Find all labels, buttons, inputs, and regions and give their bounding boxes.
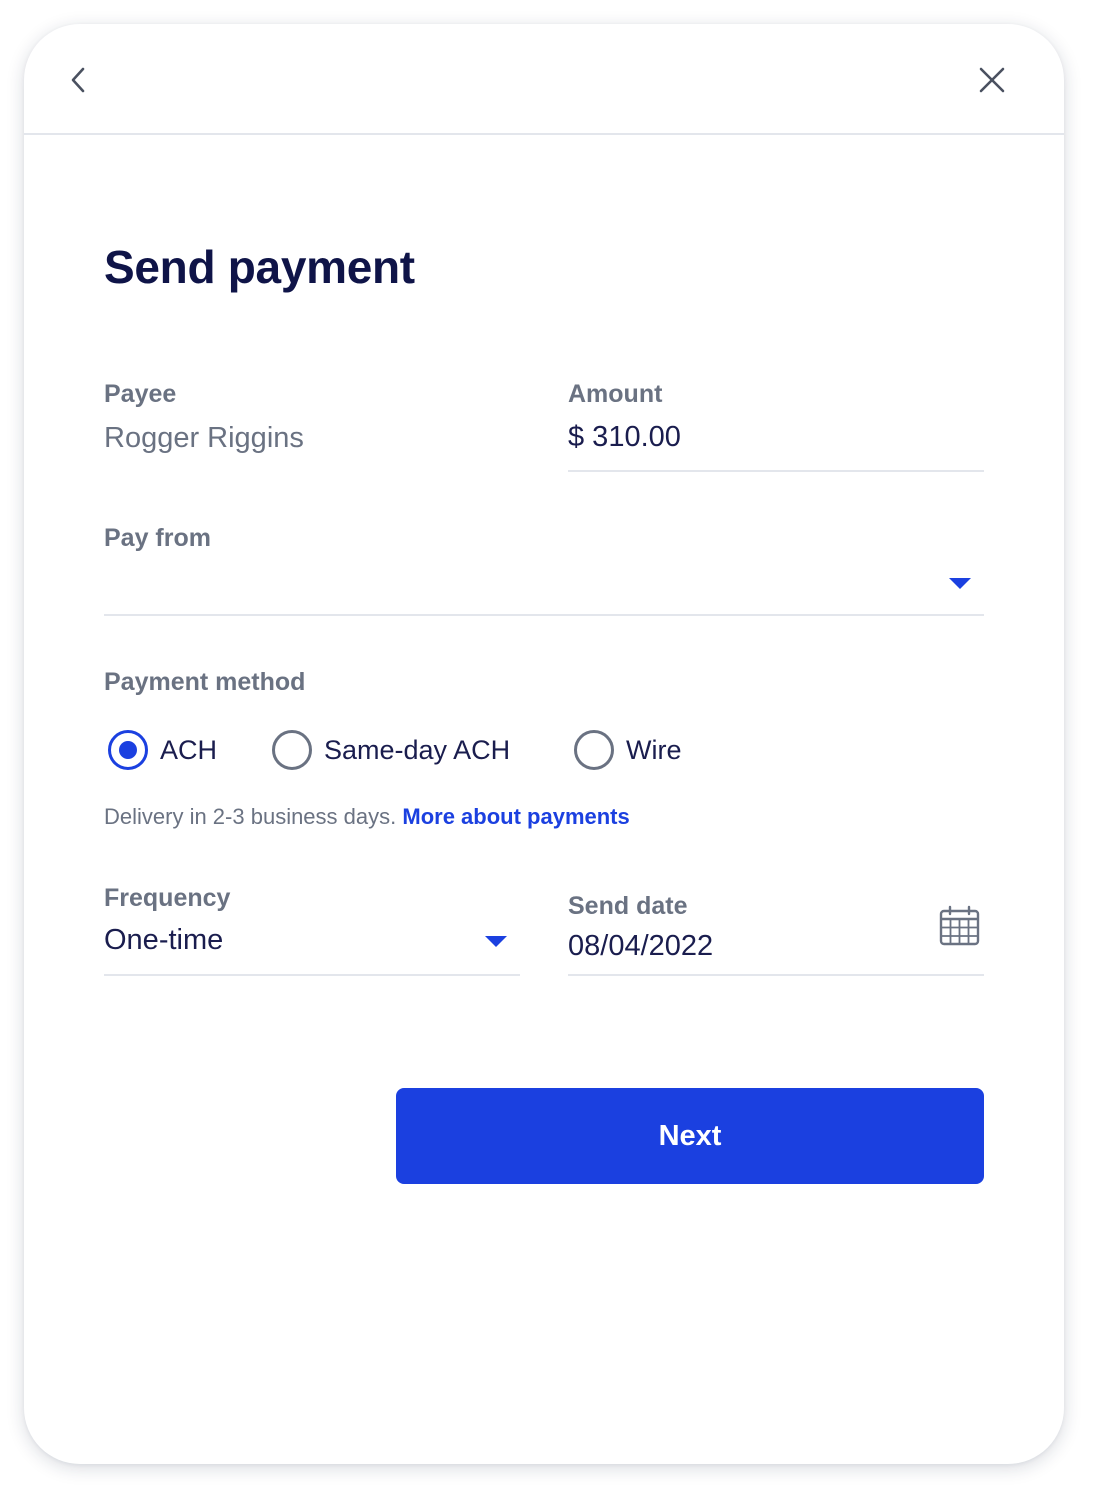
payee-label: Payee	[104, 380, 177, 408]
chevron-left-icon	[71, 67, 85, 93]
radio-selected-dot	[119, 741, 137, 759]
send-date-input[interactable]: 08/04/2022	[568, 930, 713, 963]
delivery-hint-text: Delivery in 2-3 business days.	[104, 804, 397, 829]
dialog-header	[24, 24, 1064, 135]
send-payment-dialog: Send payment Payee Rogger Riggins Amount…	[24, 24, 1064, 1464]
calendar-icon[interactable]	[938, 904, 982, 948]
amount-label: Amount	[568, 380, 663, 408]
payment-method-label: Payment method	[104, 668, 306, 696]
radio-wire-label[interactable]: Wire	[626, 735, 682, 766]
radio-same-day-ach-label[interactable]: Same-day ACH	[324, 735, 510, 766]
delivery-hint: Delivery in 2-3 business days. More abou…	[104, 804, 630, 830]
pay-from-label: Pay from	[104, 524, 211, 552]
frequency-underline	[104, 974, 520, 976]
pay-from-underline	[104, 614, 984, 616]
pay-from-select[interactable]	[104, 564, 984, 612]
more-about-payments-link[interactable]: More about payments	[402, 804, 629, 829]
page-title: Send payment	[104, 241, 415, 293]
close-icon	[979, 67, 1005, 93]
frequency-select[interactable]: One-time	[104, 922, 520, 970]
send-date-label: Send date	[568, 892, 688, 920]
payee-value: Rogger Riggins	[104, 422, 304, 454]
amount-input[interactable]: $ 310.00	[568, 421, 681, 454]
radio-ach[interactable]	[108, 730, 148, 770]
frequency-label: Frequency	[104, 884, 231, 912]
frequency-value: One-time	[104, 924, 224, 956]
radio-ach-label[interactable]: ACH	[160, 735, 217, 766]
amount-underline	[568, 470, 984, 472]
next-button[interactable]: Next	[396, 1088, 984, 1184]
caret-down-icon	[485, 936, 507, 947]
radio-wire[interactable]	[574, 730, 614, 770]
close-button[interactable]	[970, 58, 1014, 102]
radio-same-day-ach[interactable]	[272, 730, 312, 770]
send-date-underline	[568, 974, 984, 976]
caret-down-icon	[949, 578, 971, 589]
back-button[interactable]	[57, 58, 101, 102]
